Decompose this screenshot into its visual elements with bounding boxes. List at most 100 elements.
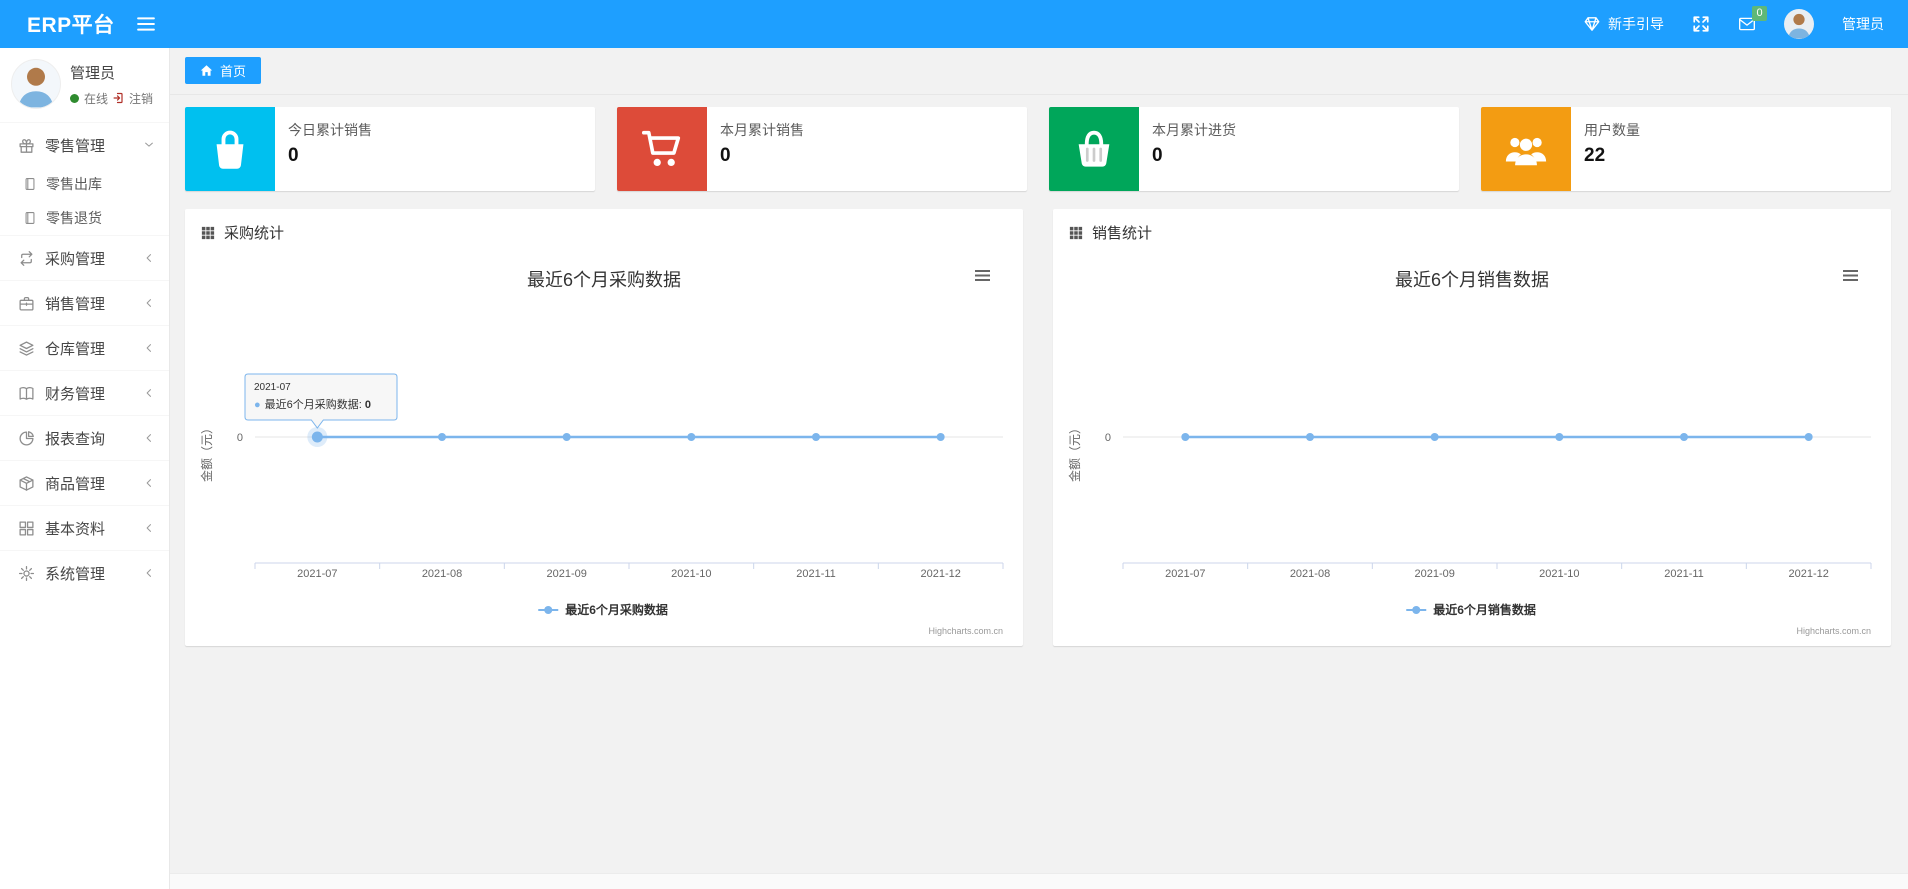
chart-legend[interactable]: 最近6个月销售数据 [1406,602,1536,617]
data-point-marker [1306,433,1314,441]
stat-card-用户数量[interactable]: 用户数量 22 [1481,107,1891,191]
x-tick-label: 2021-09 [1414,568,1454,580]
breadcrumb-bar: 首页 [170,48,1908,95]
sidebar-item-label: 报表查询 [45,430,106,448]
panel-header: 采购统计 [185,209,1023,256]
users-icon [1481,107,1571,191]
legend-label: 最近6个月销售数据 [1433,602,1536,617]
panel-title: 销售统计 [1092,225,1153,242]
chart-context-menu-button[interactable] [975,270,990,281]
x-tick-label: 2021-12 [920,568,960,580]
tab-home-label: 首页 [220,64,247,79]
messages-badge: 0 [1752,6,1767,21]
home-icon [200,64,213,77]
fullscreen-button[interactable] [1692,15,1710,33]
chevron-left-icon [143,387,155,399]
chevron-left-icon [143,522,155,534]
sidebar-item-销售管理[interactable]: 销售管理 [0,280,169,325]
stat-card-value: 0 [288,145,299,166]
sidebar-avatar[interactable] [11,59,61,109]
repeat-icon [18,250,35,267]
data-point-marker [1804,433,1813,441]
sidebar-item-label: 财务管理 [45,385,106,403]
online-status-label: 在线 [84,91,109,106]
sidebar-toggle-button[interactable] [136,13,159,35]
stat-card-本月累计进货[interactable]: 本月累计进货 0 [1049,107,1459,191]
chevron-left-icon [143,567,155,579]
sidebar-item-报表查询[interactable]: 报表查询 [0,415,169,460]
sidebar-user-name: 管理员 [70,64,116,82]
stat-card-label: 今日累计销售 [288,122,372,138]
footer-strip [170,873,1908,889]
x-tick-label: 2021-12 [1788,568,1828,580]
x-tick-label: 2021-11 [1664,568,1704,580]
y-axis-title: 金额（元） [199,422,214,482]
sidebar-item-商品管理[interactable]: 商品管理 [0,460,169,505]
sidebar-item-系统管理[interactable]: 系统管理 [0,550,169,595]
hamburger-icon [136,15,155,33]
chart-legend[interactable]: 最近6个月采购数据 [538,602,668,617]
app-brand[interactable]: ERP平台 [0,9,137,39]
tab-home[interactable]: 首页 [185,57,262,84]
grid4-icon [18,520,35,537]
sidebar-item-仓库管理[interactable]: 仓库管理 [0,325,169,370]
data-point-marker [1555,433,1564,441]
sidebar-item-财务管理[interactable]: 财务管理 [0,370,169,415]
charts-row: 采购统计 最近6个月采购数据 0 金额（元） 2021-07 2021-08 2021-0… [185,209,1891,646]
navbar-avatar[interactable] [1784,9,1814,39]
stat-card-value: 0 [1152,145,1163,166]
sidebar-item-基本资料[interactable]: 基本资料 [0,505,169,550]
data-point-marker [687,433,696,441]
pie-chart-icon [18,430,35,447]
stat-card-body: 本月累计进货 0 [1139,107,1246,191]
sidebar-item-label: 商品管理 [45,475,106,493]
grid9-icon [201,226,215,240]
username-label: 管理员 [1842,16,1884,32]
highcharts-credits[interactable]: Highcharts.com.cn [1796,626,1871,636]
basket-icon [1049,107,1139,191]
sidebar-item-零售管理[interactable]: 零售管理 [0,122,169,167]
stat-card-今日累计销售[interactable]: 今日累计销售 0 [185,107,595,191]
sidebar-item-label: 销售管理 [45,295,106,313]
fullscreen-icon [1692,15,1710,33]
series-最近6个月采购数据[interactable] [307,427,945,447]
data-point-marker [1430,433,1439,441]
tooltip-header: 2021-07 [254,382,291,393]
stat-card-value: 22 [1584,145,1606,166]
sidebar-user-block: 管理员 在线 注销 [0,48,169,122]
sidebar-item-label: 零售管理 [45,137,106,155]
top-navbar: ERP平台 新手引导 0 管理员 [0,0,1908,48]
chevron-left-icon [143,252,155,264]
messages-button[interactable]: 0 [1738,6,1767,33]
chart-context-menu-button[interactable] [1843,270,1858,281]
data-point-marker [311,431,323,443]
bag-icon [185,107,275,191]
sidebar-subitem-零售出库[interactable]: 零售出库 [0,167,169,201]
chevron-down-icon [143,139,155,151]
legend-label: 最近6个月采购数据 [565,602,668,617]
logout-link[interactable]: 注销 [113,90,153,107]
navbar-username[interactable]: 管理员 [1842,14,1884,34]
sidebar-item-采购管理[interactable]: 采购管理 [0,235,169,280]
x-tick-label: 2021-07 [297,568,337,580]
data-point-marker [812,433,820,441]
signout-icon [113,92,125,104]
x-tick-label: 2021-10 [1539,568,1579,580]
chevron-left-icon [143,297,155,309]
sidebar-subitem-label: 零售退货 [46,210,102,226]
sidebar-subitem-零售退货[interactable]: 零售退货 [0,201,169,235]
tooltip-body: ● 最近6个月采购数据: 0 [254,397,371,411]
box-icon [18,475,35,492]
series-最近6个月销售数据[interactable] [1181,433,1813,441]
sidebar: 管理员 在线 注销 零售管理 零售出库 零售退货 采购管理 销售管理 仓库管理 … [0,48,170,889]
sidebar-item-label: 采购管理 [45,250,106,268]
sidebar-item-label: 基本资料 [45,520,106,538]
gift-icon [18,137,35,154]
guide-button[interactable]: 新手引导 [1583,14,1664,34]
x-tick-label: 2021-11 [796,568,836,580]
stat-card-本月累计销售[interactable]: 本月累计销售 0 [617,107,1027,191]
data-point-marker [1680,433,1688,441]
cart-icon [617,107,707,191]
highcharts-credits[interactable]: Highcharts.com.cn [928,626,1003,636]
layers-icon [18,340,35,357]
